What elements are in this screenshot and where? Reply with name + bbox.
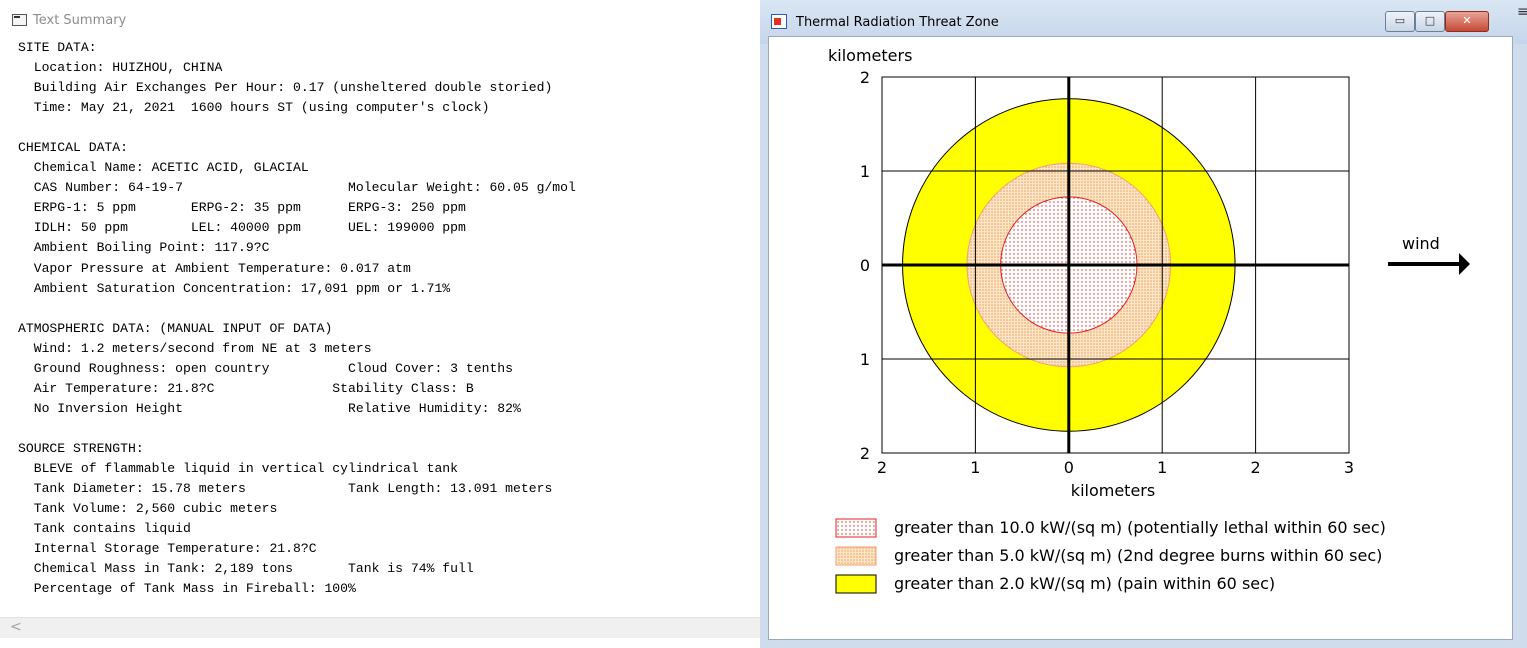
summary-line: CHEMICAL DATA: — [18, 140, 129, 156]
legend-label: greater than 10.0 kW/(sq m) (potentially… — [894, 518, 1386, 537]
summary-line: Internal Storage Temperature: 21.8?C — [18, 541, 317, 557]
summary-line: Time: May 21, 2021 1600 hours ST (using … — [18, 100, 490, 116]
summary-line: Ground Roughness: open country Cloud Cov… — [18, 360, 514, 376]
horizontal-scrollbar[interactable]: < — [0, 617, 760, 638]
y-axis-label: kilometers — [828, 46, 912, 65]
threat-zone-chart: kilometers kilometers 2 1 0 1 2 3 2 1 0 1 2 wind g… — [828, 46, 1470, 594]
close-button[interactable]: ✕ — [1445, 11, 1489, 32]
summary-line: ATMOSPHERIC DATA: (MANUAL INPUT OF DATA) — [18, 320, 333, 336]
legend: greater than 10.0 kW/(sq m) (potentially… — [835, 518, 1386, 594]
x-axis-label: kilometers — [1071, 481, 1155, 500]
wind-label: wind — [1402, 234, 1440, 253]
threat-window-title: Thermal Radiation Threat Zone — [796, 15, 999, 30]
x-tick-label: 1 — [970, 458, 980, 477]
summary-line: Building Air Exchanges Per Hour: 0.17 (u… — [18, 80, 553, 96]
summary-line: SOURCE STRENGTH: — [18, 440, 144, 456]
summary-line: Percentage of Tank Mass in Fireball: 100… — [18, 581, 356, 597]
summary-line: ERPG-1: 5 ppm ERPG-2: 35 ppm ERPG-3: 250… — [18, 200, 466, 216]
legend-swatch — [835, 518, 877, 538]
y-tick-label: 1 — [860, 162, 870, 181]
window-icon — [12, 14, 27, 26]
summary-line: SITE DATA: — [18, 40, 97, 55]
x-tick-label: 1 — [1157, 458, 1167, 477]
menu-icon: ≡ — [1517, 4, 1527, 20]
y-tick-label: 0 — [860, 256, 870, 275]
threat-zone-window: Thermal Radiation Threat Zone ▭ □ ✕ ≡ ki… — [760, 0, 1527, 648]
wind-arrow-icon — [1388, 253, 1470, 275]
app-icon — [771, 14, 787, 29]
y-tick-label: 2 — [860, 68, 870, 87]
summary-line: Air Temperature: 21.8?C Stability Class:… — [18, 380, 474, 396]
summary-line: Tank Volume: 2,560 cubic meters — [18, 501, 278, 517]
summary-line: Ambient Boiling Point: 117.9?C — [18, 240, 270, 256]
text-summary-window: Text Summary SITE DATA: Location: HUIZHO… — [0, 0, 761, 648]
summary-line: Location: HUIZHOU, CHINA — [18, 60, 223, 76]
legend-swatch — [835, 546, 877, 566]
summary-line: Tank Diameter: 15.78 meters Tank Length:… — [18, 481, 553, 497]
y-tick-label: 1 — [860, 350, 870, 369]
legend-label: greater than 2.0 kW/(sq m) (pain within … — [894, 574, 1275, 593]
x-tick-label: 0 — [1064, 458, 1074, 477]
summary-titlebar[interactable]: Text Summary — [0, 0, 760, 34]
legend-swatch — [835, 574, 877, 594]
summary-line: Chemical Mass in Tank: 2,189 tons Tank i… — [18, 561, 474, 577]
x-tick-label: 2 — [877, 458, 887, 477]
summary-line: Tank contains liquid — [18, 521, 191, 537]
maximize-button[interactable]: □ — [1415, 11, 1445, 32]
summary-line: Chemical Name: ACETIC ACID, GLACIAL — [18, 160, 309, 176]
x-tick-label: 3 — [1344, 458, 1354, 477]
threat-zone-plot-area: kilometers kilometers 2 1 0 1 2 3 2 1 0 1 2 wind g… — [768, 36, 1513, 640]
summary-line: IDLH: 50 ppm LEL: 40000 ppm UEL: 199000 … — [18, 220, 466, 236]
summary-line: Wind: 1.2 meters/second from NE at 3 met… — [18, 340, 372, 356]
scroll-left-arrow-icon[interactable]: < — [10, 619, 22, 635]
legend-label: greater than 5.0 kW/(sq m) (2nd degree b… — [894, 546, 1382, 565]
summary-window-title: Text Summary — [33, 13, 127, 28]
minimize-button[interactable]: ▭ — [1385, 11, 1415, 32]
summary-line: Vapor Pressure at Ambient Temperature: 0… — [18, 260, 411, 276]
summary-text-body: SITE DATA: Location: HUIZHOU, CHINA Buil… — [18, 38, 576, 599]
summary-line: Ambient Saturation Concentration: 17,091… — [18, 280, 451, 296]
summary-line: CAS Number: 64-19-7 Molecular Weight: 60… — [18, 180, 576, 196]
y-tick-label: 2 — [860, 444, 870, 463]
summary-line: BLEVE of flammable liquid in vertical cy… — [18, 460, 459, 476]
x-tick-label: 2 — [1251, 458, 1261, 477]
summary-line: No Inversion Height Relative Humidity: 8… — [18, 400, 521, 416]
